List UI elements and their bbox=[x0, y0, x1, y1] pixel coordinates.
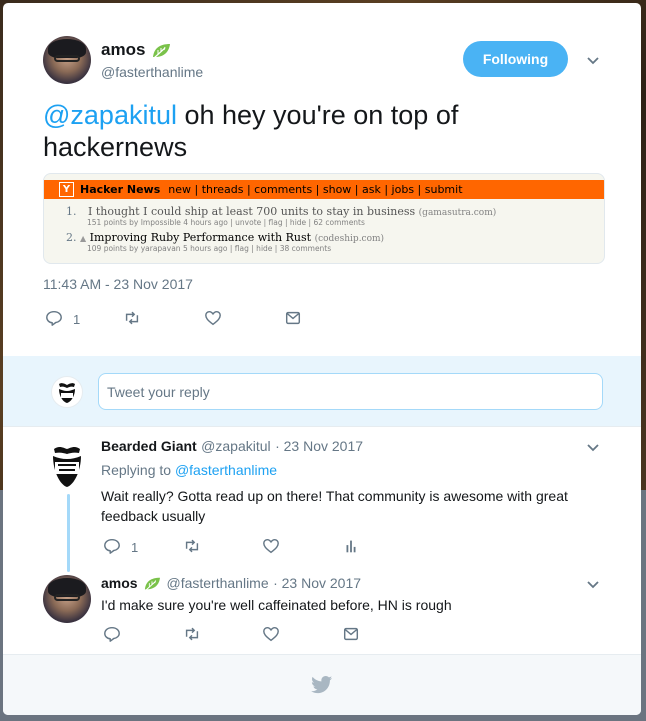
like-icon[interactable] bbox=[262, 625, 280, 643]
reply-composer: Tweet your reply bbox=[3, 356, 641, 426]
reply-author-name[interactable]: amos bbox=[101, 575, 138, 591]
hackernews-image[interactable]: Y Hacker News new | threads | comments |… bbox=[43, 173, 605, 264]
retweet-icon[interactable] bbox=[123, 309, 141, 327]
leaf-icon bbox=[144, 577, 161, 591]
reply-text: Wait really? Gotta read up on there! Tha… bbox=[101, 488, 568, 524]
hn-rank: 2. bbox=[66, 231, 77, 244]
reply-icon[interactable] bbox=[103, 537, 121, 555]
reply-text: I'd make sure you're well caffeinated be… bbox=[101, 597, 452, 613]
hn-item-site: (codeship.com) bbox=[314, 234, 385, 244]
reply-count: 1 bbox=[73, 312, 81, 327]
direct-message-icon[interactable] bbox=[284, 309, 302, 327]
reply-header: Bearded Giant @zapakitul · 23 Nov 2017 bbox=[101, 438, 363, 456]
following-button[interactable]: Following bbox=[463, 41, 568, 77]
author-avatar[interactable] bbox=[43, 36, 91, 84]
chevron-down-icon[interactable] bbox=[586, 441, 600, 455]
reply-avatar[interactable] bbox=[49, 441, 85, 491]
reply-date[interactable]: · 23 Nov 2017 bbox=[275, 438, 363, 454]
hn-logo: Y bbox=[59, 182, 74, 197]
divider bbox=[3, 426, 641, 427]
reply-avatar[interactable] bbox=[43, 575, 91, 623]
hn-item: 2. ▲ Improving Ruby Performance with Rus… bbox=[66, 231, 604, 244]
reply-author-name[interactable]: Bearded Giant bbox=[101, 438, 197, 454]
replying-to-label: Replying to bbox=[101, 462, 175, 478]
leaf-icon bbox=[152, 43, 170, 59]
reply-icon[interactable] bbox=[103, 625, 121, 643]
reply-input[interactable]: Tweet your reply bbox=[98, 373, 603, 410]
reply-icon[interactable] bbox=[45, 309, 63, 327]
retweet-icon[interactable] bbox=[183, 625, 201, 643]
hn-upvote-icon: ▲ bbox=[80, 234, 87, 243]
twitter-bird-icon[interactable] bbox=[311, 675, 333, 695]
like-icon[interactable] bbox=[262, 537, 280, 555]
reply-date[interactable]: · 23 Nov 2017 bbox=[273, 575, 361, 591]
author-name[interactable]: amos bbox=[101, 40, 145, 59]
retweet-icon[interactable] bbox=[183, 537, 201, 555]
tweet-timestamp[interactable]: 11:43 AM - 23 Nov 2017 bbox=[43, 276, 193, 292]
author-name-row: amos bbox=[101, 40, 172, 60]
hn-rank: 1. bbox=[66, 205, 77, 218]
replying-to: Replying to @fasterthanlime bbox=[101, 462, 277, 478]
modal-footer bbox=[3, 654, 641, 715]
hn-item-title: Improving Ruby Performance with Rust bbox=[89, 231, 312, 244]
hn-title: Hacker News bbox=[80, 183, 161, 196]
tweet-modal: amos @fasterthanlime Following @zapakitu… bbox=[3, 3, 641, 715]
hn-nav: new | threads | comments | show | ask | … bbox=[168, 183, 463, 196]
replying-to-link[interactable]: @fasterthanlime bbox=[175, 462, 277, 478]
hn-item-meta: 109 points by yarapavan 5 hours ago | fl… bbox=[87, 244, 332, 253]
hn-header: Y Hacker News new | threads | comments |… bbox=[44, 180, 604, 199]
tweet-text: @zapakitul oh hey you're on top of hacke… bbox=[43, 99, 603, 163]
composer-avatar bbox=[51, 376, 83, 408]
beard-logo-icon bbox=[59, 383, 75, 403]
hn-item: 1. I thought I could ship at least 700 u… bbox=[66, 205, 604, 218]
like-icon[interactable] bbox=[204, 309, 222, 327]
chevron-down-icon[interactable] bbox=[586, 54, 600, 68]
thread-line bbox=[67, 494, 70, 572]
hn-item-site: (gamasutra.com) bbox=[418, 208, 497, 218]
hn-list: 1. I thought I could ship at least 700 u… bbox=[44, 199, 604, 253]
reply-author-handle[interactable]: @fasterthanlime bbox=[166, 575, 268, 591]
chevron-down-icon[interactable] bbox=[586, 578, 600, 592]
author-handle[interactable]: @fasterthanlime bbox=[101, 64, 203, 80]
analytics-icon[interactable] bbox=[342, 537, 360, 555]
reply-header: amos @fasterthanlime · 23 Nov 2017 bbox=[101, 575, 361, 593]
hn-item-meta: 151 points by Impossible 4 hours ago | u… bbox=[87, 218, 365, 227]
reply-count: 1 bbox=[131, 540, 139, 555]
reply-author-handle[interactable]: @zapakitul bbox=[201, 438, 270, 454]
direct-message-icon[interactable] bbox=[342, 625, 360, 643]
tweet-mention-link[interactable]: @zapakitul bbox=[43, 100, 177, 130]
hn-item-title: I thought I could ship at least 700 unit… bbox=[88, 205, 416, 218]
